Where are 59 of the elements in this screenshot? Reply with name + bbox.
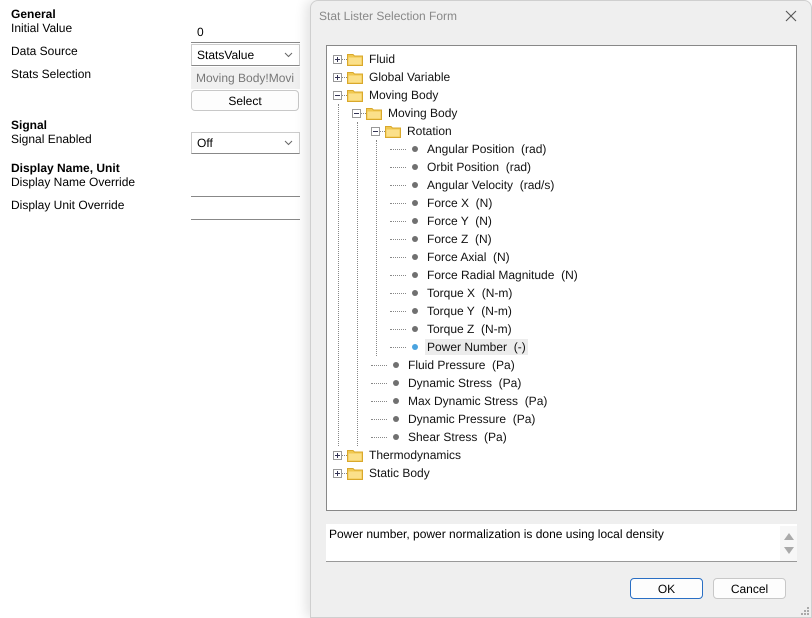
tree-item[interactable]: Force Y (N) <box>425 213 494 229</box>
tree-item[interactable]: Thermodynamics <box>367 447 464 463</box>
tree-item[interactable]: Torque Y (N-m) <box>425 303 514 319</box>
resize-grip-icon[interactable] <box>801 607 809 615</box>
dropdown[interactable]: Off <box>191 132 300 154</box>
input-field[interactable]: Moving Body!Movi <box>191 67 300 89</box>
chevron-down-icon <box>284 140 293 146</box>
tree-item[interactable]: Orbit Position (rad) <box>425 159 534 175</box>
tree-item[interactable]: Max Dynamic Stress (Pa) <box>406 393 550 409</box>
tree-item[interactable]: Fluid <box>367 51 398 67</box>
expand-icon[interactable] <box>333 72 342 82</box>
tree-item[interactable]: Force Axial (N) <box>425 249 512 265</box>
folder-icon <box>347 70 363 84</box>
section-heading: General <box>11 7 56 21</box>
tree-item[interactable]: Torque Z (N-m) <box>425 321 514 337</box>
cancel-button[interactable]: Cancel <box>713 578 786 599</box>
tree-item[interactable]: Force X (N) <box>425 195 494 211</box>
tree-item[interactable]: Angular Velocity (rad/s) <box>425 177 556 193</box>
tree-item[interactable]: Angular Position (rad) <box>425 141 548 157</box>
field-label: Signal Enabled <box>11 132 92 146</box>
folder-icon <box>385 124 401 138</box>
field-label: Display Unit Override <box>11 198 124 212</box>
close-icon[interactable] <box>785 10 797 22</box>
folder-icon <box>347 52 363 66</box>
collapse-icon[interactable] <box>333 90 342 100</box>
description-text: Power number, power normalization is done using local density <box>329 526 664 543</box>
folder-icon <box>366 106 382 120</box>
field-label: Stats Selection <box>11 67 92 81</box>
tree-item[interactable]: Torque X (N-m) <box>425 285 514 301</box>
field-label: Data Source <box>11 44 78 58</box>
dialog-title: Stat Lister Selection Form <box>319 9 458 23</box>
field-label: Display Name Override <box>11 175 136 189</box>
collapse-icon[interactable] <box>371 126 380 136</box>
folder-icon <box>347 466 363 480</box>
tree-item[interactable]: Moving Body <box>367 87 440 103</box>
section-heading: Signal <box>11 118 48 132</box>
expand-icon[interactable] <box>333 468 342 478</box>
expand-icon[interactable] <box>333 54 342 64</box>
select-button[interactable]: Select <box>191 90 299 111</box>
folder-icon <box>347 88 363 102</box>
collapse-icon[interactable] <box>352 108 361 118</box>
tree-item[interactable]: Rotation <box>405 123 454 139</box>
expand-icon[interactable] <box>333 450 342 460</box>
tree-item[interactable]: Global Variable <box>367 69 452 85</box>
ok-button[interactable]: OK <box>630 578 703 599</box>
tree-item[interactable]: Dynamic Stress (Pa) <box>406 375 524 391</box>
tree-item[interactable]: Dynamic Pressure (Pa) <box>406 411 538 427</box>
tree-item[interactable]: Force Radial Magnitude (N) <box>425 267 580 283</box>
chevron-down-icon <box>284 52 293 58</box>
field-label: Initial Value <box>11 21 72 35</box>
section-heading: Display Name, Unit <box>11 161 120 175</box>
tree-item[interactable]: Fluid Pressure (Pa) <box>406 357 517 373</box>
tree-item[interactable]: Force Z (N) <box>425 231 494 247</box>
tree-item[interactable]: Power Number (-) <box>425 339 528 355</box>
tree-item[interactable]: Moving Body <box>386 105 460 121</box>
dropdown[interactable]: StatsValue <box>191 44 300 66</box>
folder-icon <box>347 448 363 462</box>
tree-item[interactable]: Shear Stress (Pa) <box>406 429 509 445</box>
tree-item[interactable]: Static Body <box>367 465 432 481</box>
